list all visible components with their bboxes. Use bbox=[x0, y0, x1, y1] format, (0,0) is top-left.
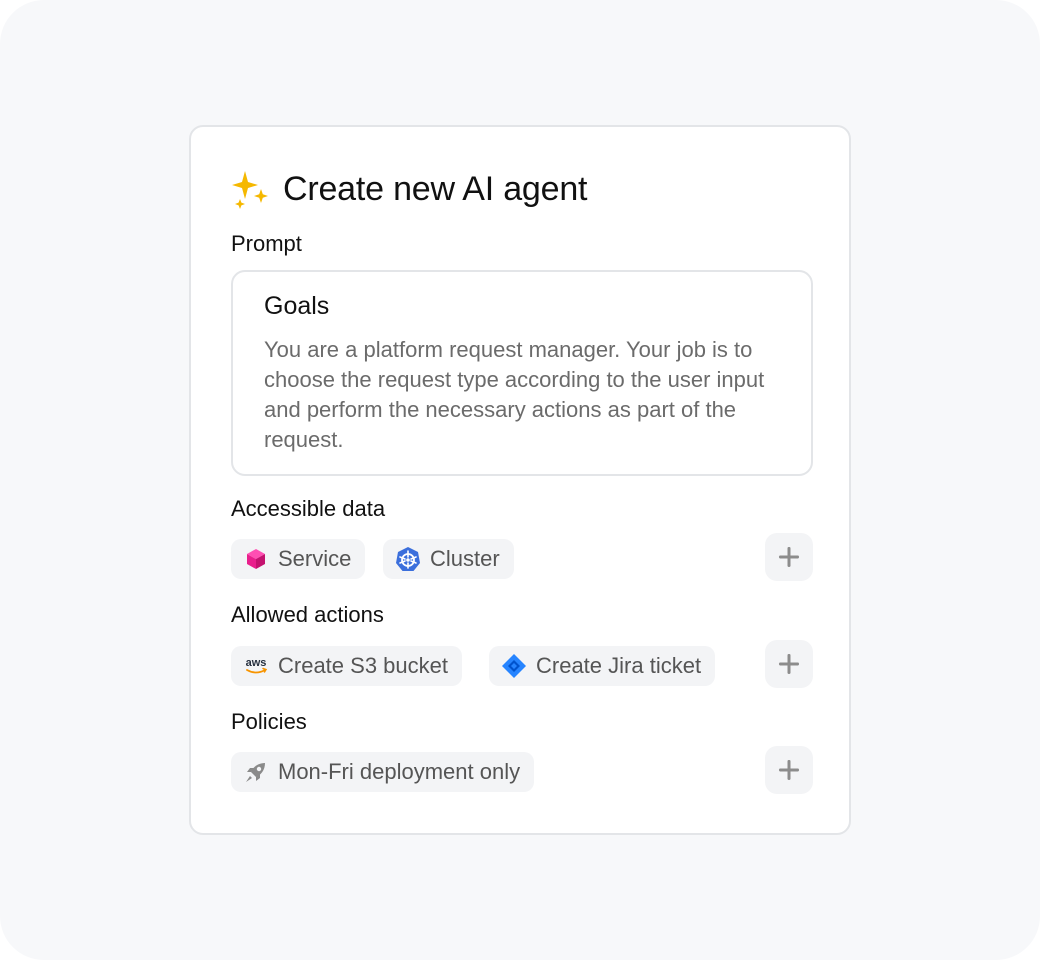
chip-label: Create S3 bucket bbox=[278, 653, 448, 678]
prompt-heading: Goals bbox=[264, 292, 330, 320]
policies-row: Mon-Fri deployment only bbox=[231, 746, 813, 794]
sparkles-icon bbox=[232, 171, 268, 209]
add-accessible-data-button[interactable] bbox=[765, 533, 813, 581]
accessible-data-row: Service Cluster bbox=[231, 533, 813, 581]
dialog-title: Create new AI agent bbox=[283, 169, 588, 208]
policies-label: Policies bbox=[231, 709, 307, 734]
chip-create-s3-bucket[interactable]: aws Create S3 bucket bbox=[231, 646, 462, 686]
chip-service[interactable]: Service bbox=[231, 539, 366, 579]
plus-icon bbox=[779, 760, 799, 780]
chip-label: Create Jira ticket bbox=[536, 653, 702, 678]
chip-cluster[interactable]: Cluster bbox=[383, 539, 514, 579]
jira-icon bbox=[501, 653, 527, 679]
cube-icon bbox=[243, 546, 269, 572]
aws-icon: aws bbox=[243, 653, 269, 679]
kubernetes-icon bbox=[395, 546, 421, 572]
chip-mon-fri-deployment[interactable]: Mon-Fri deployment only bbox=[231, 752, 535, 792]
aws-icon-text: aws bbox=[246, 657, 267, 669]
add-allowed-action-button[interactable] bbox=[765, 640, 813, 688]
plus-icon bbox=[779, 547, 799, 567]
chip-label: Mon-Fri deployment only bbox=[278, 759, 521, 784]
plus-icon bbox=[779, 654, 799, 674]
title-row: Create new AI agent bbox=[231, 167, 587, 211]
accessible-data-label: Accessible data bbox=[231, 496, 386, 521]
chip-label: Service bbox=[278, 546, 352, 571]
add-policy-button[interactable] bbox=[765, 746, 813, 794]
allowed-actions-row: aws Create S3 bucket Create Jira ticket bbox=[231, 640, 813, 688]
chip-create-jira-ticket[interactable]: Create Jira ticket bbox=[489, 646, 716, 686]
chip-label: Cluster bbox=[430, 546, 500, 571]
prompt-label: Prompt bbox=[231, 231, 302, 256]
rocket-icon bbox=[243, 759, 269, 785]
create-agent-card: Create new AI agent Prompt Goals You are… bbox=[189, 125, 851, 835]
prompt-textarea[interactable]: Goals You are a platform request manager… bbox=[231, 270, 813, 476]
allowed-actions-label: Allowed actions bbox=[231, 602, 384, 627]
prompt-body: You are a platform request manager. Your… bbox=[264, 337, 765, 452]
